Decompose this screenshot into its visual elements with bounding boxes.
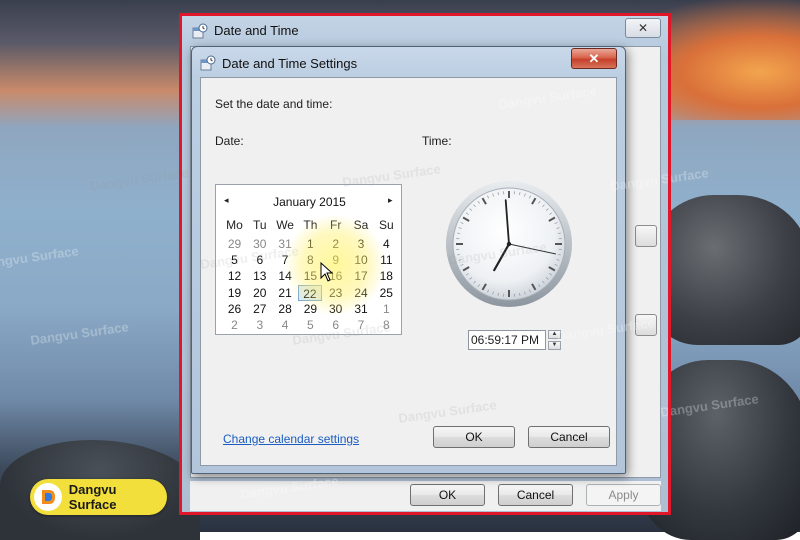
weekday-header: Tu xyxy=(247,218,272,232)
calendar-day[interactable]: 6 xyxy=(323,317,348,333)
calendar-day[interactable]: 25 xyxy=(374,285,399,301)
calendar-day[interactable]: 8 xyxy=(374,317,399,333)
close-button[interactable]: ✕ xyxy=(571,48,617,69)
calendar-day[interactable]: 3 xyxy=(247,317,272,333)
calendar-day[interactable]: 29 xyxy=(298,301,323,317)
calendar-day-selected[interactable]: 22 xyxy=(298,285,322,301)
calendar-day[interactable]: 5 xyxy=(298,317,323,333)
calendar-day[interactable]: 13 xyxy=(247,268,272,284)
close-icon: ✕ xyxy=(589,51,600,67)
close-button[interactable]: ✕ xyxy=(625,18,661,38)
calendar-day[interactable]: 21 xyxy=(273,285,298,301)
dialog-body: Set the date and time: Date: Time: ◂ Jan… xyxy=(200,77,617,466)
calendar-day[interactable]: 28 xyxy=(273,301,298,317)
calendar-day[interactable]: 11 xyxy=(374,252,399,268)
calendar-day[interactable]: 2 xyxy=(323,236,348,252)
calendar-day[interactable]: 17 xyxy=(349,268,374,284)
calendar-month-label[interactable]: January 2015 xyxy=(216,195,403,209)
cancel-button[interactable]: Cancel xyxy=(528,426,610,448)
calendar-day[interactable]: 24 xyxy=(349,285,374,301)
weekday-header: Th xyxy=(298,218,323,232)
brand-logo-icon xyxy=(34,483,62,511)
calendar-day[interactable]: 27 xyxy=(247,301,272,317)
brand-badge: Dangvu Surface xyxy=(30,479,167,515)
calendar-day[interactable]: 19 xyxy=(222,285,247,301)
partial-button[interactable] xyxy=(635,225,657,247)
time-input[interactable]: 06:59:17 PM xyxy=(468,330,546,350)
brand-name: Dangvu Surface xyxy=(69,482,167,512)
calendar-day[interactable]: 30 xyxy=(247,236,272,252)
calendar-day[interactable]: 5 xyxy=(222,252,247,268)
calendar-day[interactable]: 26 xyxy=(222,301,247,317)
analog-clock xyxy=(444,179,574,309)
change-calendar-settings-link[interactable]: Change calendar settings xyxy=(223,432,359,446)
calendar-day[interactable]: 1 xyxy=(374,301,399,317)
calendar-day[interactable]: 30 xyxy=(323,301,348,317)
calendar-day[interactable]: 31 xyxy=(349,301,374,317)
cancel-button[interactable]: Cancel xyxy=(498,484,573,506)
date-time-app-icon xyxy=(192,23,208,39)
window-footer: OK Cancel Apply xyxy=(190,481,661,511)
weekday-header: Fr xyxy=(323,218,348,232)
instruction-text: Set the date and time: xyxy=(215,97,332,111)
calendar-day[interactable]: 7 xyxy=(349,317,374,333)
partial-button[interactable] xyxy=(635,314,657,336)
weekday-header: Sa xyxy=(349,218,374,232)
dialog-title: Date and Time Settings xyxy=(222,56,357,71)
date-time-settings-dialog: Date and Time Settings ✕ Set the date an… xyxy=(191,46,626,474)
calendar-day[interactable]: 10 xyxy=(349,252,374,268)
calendar-day[interactable]: 29 xyxy=(222,236,247,252)
calendar-day[interactable]: 23 xyxy=(323,285,348,301)
date-time-app-icon xyxy=(200,55,216,71)
calendar-day[interactable]: 18 xyxy=(374,268,399,284)
calendar-day[interactable]: 20 xyxy=(247,285,272,301)
calendar-day[interactable]: 3 xyxy=(349,236,374,252)
spin-down-icon[interactable]: ▼ xyxy=(548,341,561,350)
calendar-day[interactable]: 6 xyxy=(247,252,272,268)
weekday-header: Mo xyxy=(222,218,247,232)
calendar-day[interactable]: 7 xyxy=(273,252,298,268)
calendar-day[interactable]: 12 xyxy=(222,268,247,284)
calendar-day[interactable]: 31 xyxy=(273,236,298,252)
ok-button[interactable]: OK xyxy=(410,484,485,506)
close-icon: ✕ xyxy=(638,21,648,35)
calendar-day[interactable]: 2 xyxy=(222,317,247,333)
date-label: Date: xyxy=(215,134,244,148)
weekday-header: We xyxy=(273,218,298,232)
calendar-day[interactable]: 4 xyxy=(374,236,399,252)
calendar-day[interactable]: 14 xyxy=(273,268,298,284)
weekday-header: Su xyxy=(374,218,399,232)
time-label: Time: xyxy=(422,134,452,148)
calendar-day[interactable]: 1 xyxy=(298,236,323,252)
calendar-day[interactable]: 4 xyxy=(273,317,298,333)
next-month-button[interactable]: ▸ xyxy=(388,195,393,206)
apply-button[interactable]: Apply xyxy=(586,484,661,506)
ok-button[interactable]: OK xyxy=(433,426,515,448)
calendar: ◂ January 2015 ▸ MoTuWeThFrSaSu293031123… xyxy=(215,184,402,335)
time-spinner[interactable]: ▲ ▼ xyxy=(548,330,561,350)
window-title: Date and Time xyxy=(214,23,299,38)
rock xyxy=(650,195,800,345)
mouse-pointer-icon xyxy=(320,262,334,282)
spin-up-icon[interactable]: ▲ xyxy=(548,330,561,339)
